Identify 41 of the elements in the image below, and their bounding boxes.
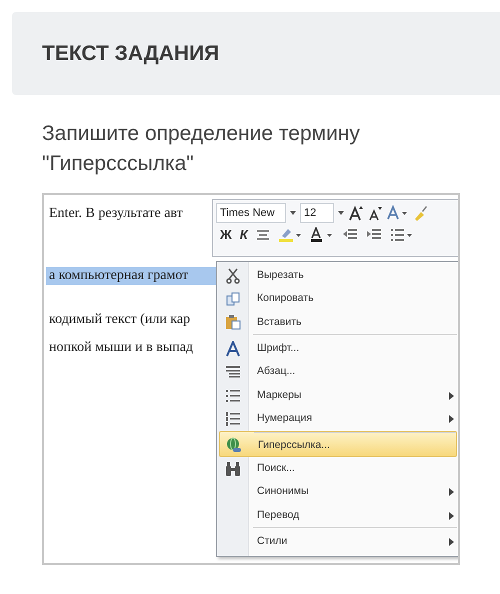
shrink-font-icon xyxy=(368,205,382,221)
menu-item[interactable]: Маркеры xyxy=(219,384,457,408)
task-title: ТЕКСТ ЗАДАНИЯ xyxy=(42,40,220,67)
center-align-icon xyxy=(256,228,270,242)
copy-icon xyxy=(225,291,241,308)
question-text: Запишите определение термину "Гиперсссылка" xyxy=(42,121,361,177)
font-icon xyxy=(225,340,241,357)
menu-item[interactable]: Синонимы xyxy=(219,480,457,504)
italic-button[interactable]: К xyxy=(240,227,248,243)
increase-indent-icon xyxy=(366,228,382,242)
brush-icon xyxy=(412,205,428,221)
document-text: нопкой мыши и в выпад xyxy=(48,339,194,357)
menu-item[interactable]: Стили xyxy=(219,527,457,554)
highlighter-icon xyxy=(278,227,302,243)
bullet-list-icon xyxy=(225,388,241,404)
styles-icon xyxy=(386,205,408,221)
menu-item[interactable]: Вставить xyxy=(219,310,457,334)
clipboard-icon xyxy=(225,314,241,330)
document-text: Enter. В результате авт xyxy=(48,205,184,223)
paragraph-icon xyxy=(225,364,241,380)
menu-item[interactable]: Шрифт... xyxy=(219,334,457,361)
bullet-list-icon xyxy=(390,228,414,242)
caret-icon xyxy=(290,211,296,215)
menu-item[interactable]: Перевод xyxy=(219,504,457,528)
scissors-icon xyxy=(225,268,241,284)
grow-font-icon xyxy=(348,205,364,221)
decrease-indent-icon xyxy=(342,228,358,242)
size-field[interactable]: 12 xyxy=(300,203,334,223)
bold-button[interactable]: Ж xyxy=(220,227,232,243)
font-color-icon xyxy=(310,227,334,243)
menu-item[interactable]: Гиперссылка... xyxy=(219,430,457,458)
numbered-list-icon xyxy=(225,411,241,428)
document-text: кодимый текст (или кар xyxy=(48,311,192,329)
menu-item[interactable]: Копировать xyxy=(219,287,457,311)
caret-icon xyxy=(338,211,344,215)
menu-item[interactable]: Абзац... xyxy=(219,360,457,384)
menu-item[interactable]: Поиск... xyxy=(219,457,457,481)
font-field[interactable]: Times New xyxy=(216,203,286,223)
menu-item[interactable]: Нумерация xyxy=(219,407,457,431)
globe-link-icon xyxy=(226,437,242,454)
binoculars-icon xyxy=(225,460,241,477)
